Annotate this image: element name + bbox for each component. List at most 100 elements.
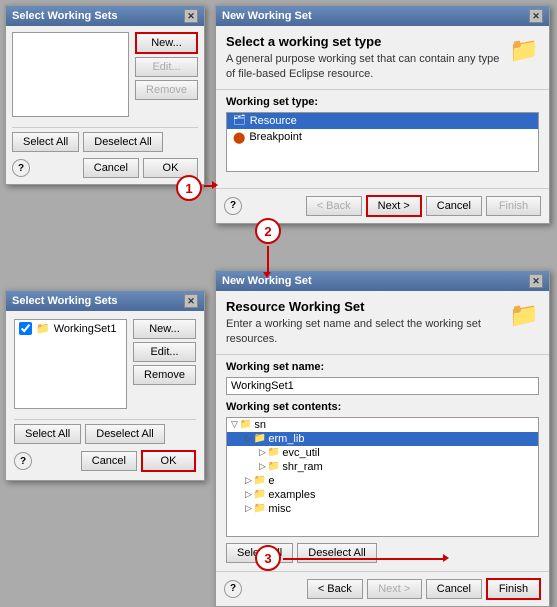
- nav-buttons-resource: ? < Back Next > Cancel Finish: [216, 571, 549, 606]
- erm-lib-label: erm_lib: [268, 433, 304, 445]
- shr-ram-label: shr_ram: [282, 461, 322, 473]
- next-button-resource[interactable]: Next >: [367, 579, 422, 599]
- cancel-button-resource[interactable]: Cancel: [426, 579, 482, 599]
- ws-type-breakpoint[interactable]: ⬤ Breakpoint: [227, 129, 538, 146]
- resource-label: Resource: [250, 115, 297, 127]
- arrow-step2-vert: [267, 246, 269, 274]
- deselect-all-top[interactable]: Deselect All: [83, 132, 162, 152]
- help-btn-resource[interactable]: ?: [224, 580, 242, 598]
- evc-util-label: evc_util: [282, 447, 319, 459]
- folder-misc-icon: 📁: [254, 503, 266, 514]
- expand-misc: ▷: [245, 503, 252, 514]
- bottom-btns-top: ? Cancel OK: [12, 158, 198, 178]
- contents-label: Working set contents:: [226, 401, 539, 413]
- working-set-1-label: WorkingSet1: [54, 323, 117, 335]
- tree-examples[interactable]: ▷ 📁 examples: [227, 488, 538, 502]
- tree-erm-lib[interactable]: ▷ 📁 erm_lib: [227, 432, 538, 446]
- expand-sn: ▽: [231, 419, 238, 430]
- title-new-ws: New Working Set: [222, 10, 529, 22]
- bottom-btns-bottom: ? Cancel OK: [14, 450, 196, 472]
- tree-misc[interactable]: ▷ 📁 misc: [227, 502, 538, 516]
- remove-button-bottom[interactable]: Remove: [133, 365, 196, 385]
- expand-evc: ▷: [259, 447, 266, 458]
- panel-header-new-ws: Select a working set type A general purp…: [216, 26, 549, 90]
- e-label: e: [268, 475, 274, 487]
- step-2-circle: 2: [255, 218, 281, 244]
- tree-e[interactable]: ▷ 📁 e: [227, 474, 538, 488]
- examples-label: examples: [268, 489, 315, 501]
- folder-erm-icon: 📁: [254, 433, 266, 444]
- expand-e: ▷: [245, 475, 252, 486]
- ws-bottom-body: 📁 WorkingSet1 New... Edit... Remove Sele…: [6, 311, 204, 480]
- ws-type-section: Working set type: 🗂 Resource ⬤ Breakpoin…: [216, 96, 549, 188]
- new-button-bottom[interactable]: New...: [133, 319, 196, 339]
- ws-tree-list[interactable]: ▽ 📁 sn ▷ 📁 erm_lib ▷ 📁 evc_util ▷ 📁 shr_…: [226, 417, 539, 537]
- resource-form: Working set name: Working set contents: …: [216, 361, 549, 571]
- arrowhead-step1: [212, 181, 218, 189]
- expand-erm: ▷: [245, 433, 252, 444]
- select-all-top[interactable]: Select All: [12, 132, 79, 152]
- working-set-1-checkbox[interactable]: [19, 322, 32, 335]
- remove-button-top[interactable]: Remove: [135, 80, 198, 100]
- title-top: Select Working Sets: [12, 10, 184, 22]
- folder-icon-large: 📁: [509, 36, 539, 65]
- finish-button-new-ws[interactable]: Finish: [486, 196, 541, 216]
- select-working-sets-bottom: Select Working Sets ✕ 📁 WorkingSet1 New.…: [5, 290, 205, 481]
- folder-sn-icon: 📁: [240, 419, 252, 430]
- new-button-top[interactable]: New...: [135, 32, 198, 54]
- cancel-button-bottom[interactable]: Cancel: [81, 451, 137, 471]
- step-1-circle: 1: [176, 175, 202, 201]
- close-resource[interactable]: ✕: [529, 274, 543, 288]
- next-button-top[interactable]: Next >: [366, 195, 422, 217]
- resource-section-title: Resource Working Set: [226, 299, 501, 314]
- panel-section-title: Select a working set type: [226, 34, 501, 49]
- folder-icon-resource: 📁: [509, 301, 539, 330]
- misc-label: misc: [268, 503, 291, 515]
- ws-name-input[interactable]: [226, 377, 539, 395]
- expand-shr: ▷: [259, 461, 266, 472]
- tree-sn[interactable]: ▽ 📁 sn: [227, 418, 538, 432]
- ws-type-label: Working set type:: [226, 96, 539, 108]
- resource-desc: Enter a working set name and select the …: [226, 317, 501, 348]
- ws-bottom-listbox[interactable]: 📁 WorkingSet1: [14, 319, 127, 409]
- ws-type-list[interactable]: 🗂 Resource ⬤ Breakpoint: [226, 112, 539, 172]
- back-button-top[interactable]: < Back: [306, 196, 362, 216]
- folder-icon-small: 📁: [36, 322, 50, 335]
- ws-top-body: New... Edit... Remove Select All Deselec…: [6, 26, 204, 184]
- select-all-bottom[interactable]: Select All: [14, 424, 81, 444]
- help-btn-new-ws[interactable]: ?: [224, 197, 242, 215]
- close-bottom[interactable]: ✕: [184, 294, 198, 308]
- close-new-ws[interactable]: ✕: [529, 9, 543, 23]
- titlebar-bottom: Select Working Sets ✕: [6, 291, 204, 311]
- titlebar-top: Select Working Sets ✕: [6, 6, 204, 26]
- resource-icon: 🗂: [233, 115, 246, 126]
- folder-evc-icon: 📁: [268, 447, 280, 458]
- finish-button-resource[interactable]: Finish: [486, 578, 541, 600]
- arrowhead-step2: [263, 272, 271, 278]
- breakpoint-label: Breakpoint: [249, 131, 302, 143]
- sn-label: sn: [254, 419, 266, 431]
- cancel-button-top[interactable]: Cancel: [83, 158, 139, 178]
- folder-shr-icon: 📁: [268, 461, 280, 472]
- arrow-step3-horiz: [283, 558, 445, 560]
- tree-evc-util[interactable]: ▷ 📁 evc_util: [227, 446, 538, 460]
- title-bottom: Select Working Sets: [12, 295, 184, 307]
- folder-examples-icon: 📁: [254, 489, 266, 500]
- help-button-top[interactable]: ?: [12, 159, 30, 177]
- panel-header-resource: Resource Working Set Enter a working set…: [216, 291, 549, 355]
- ok-button-bottom[interactable]: OK: [141, 450, 196, 472]
- edit-button-bottom[interactable]: Edit...: [133, 342, 196, 362]
- tree-shr-ram[interactable]: ▷ 📁 shr_ram: [227, 460, 538, 474]
- edit-button-top[interactable]: Edit...: [135, 57, 198, 77]
- cancel-button-new-ws[interactable]: Cancel: [426, 196, 482, 216]
- ws-top-listbox[interactable]: [12, 32, 129, 117]
- working-set-1-item[interactable]: 📁 WorkingSet1: [15, 320, 126, 337]
- expand-examples: ▷: [245, 489, 252, 500]
- titlebar-new-ws: New Working Set ✕: [216, 6, 549, 26]
- back-button-resource[interactable]: < Back: [307, 579, 363, 599]
- help-button-bottom[interactable]: ?: [14, 452, 32, 470]
- ws-type-resource[interactable]: 🗂 Resource: [227, 113, 538, 129]
- deselect-all-bottom[interactable]: Deselect All: [85, 424, 164, 444]
- breakpoint-icon: ⬤: [233, 131, 245, 144]
- close-top[interactable]: ✕: [184, 9, 198, 23]
